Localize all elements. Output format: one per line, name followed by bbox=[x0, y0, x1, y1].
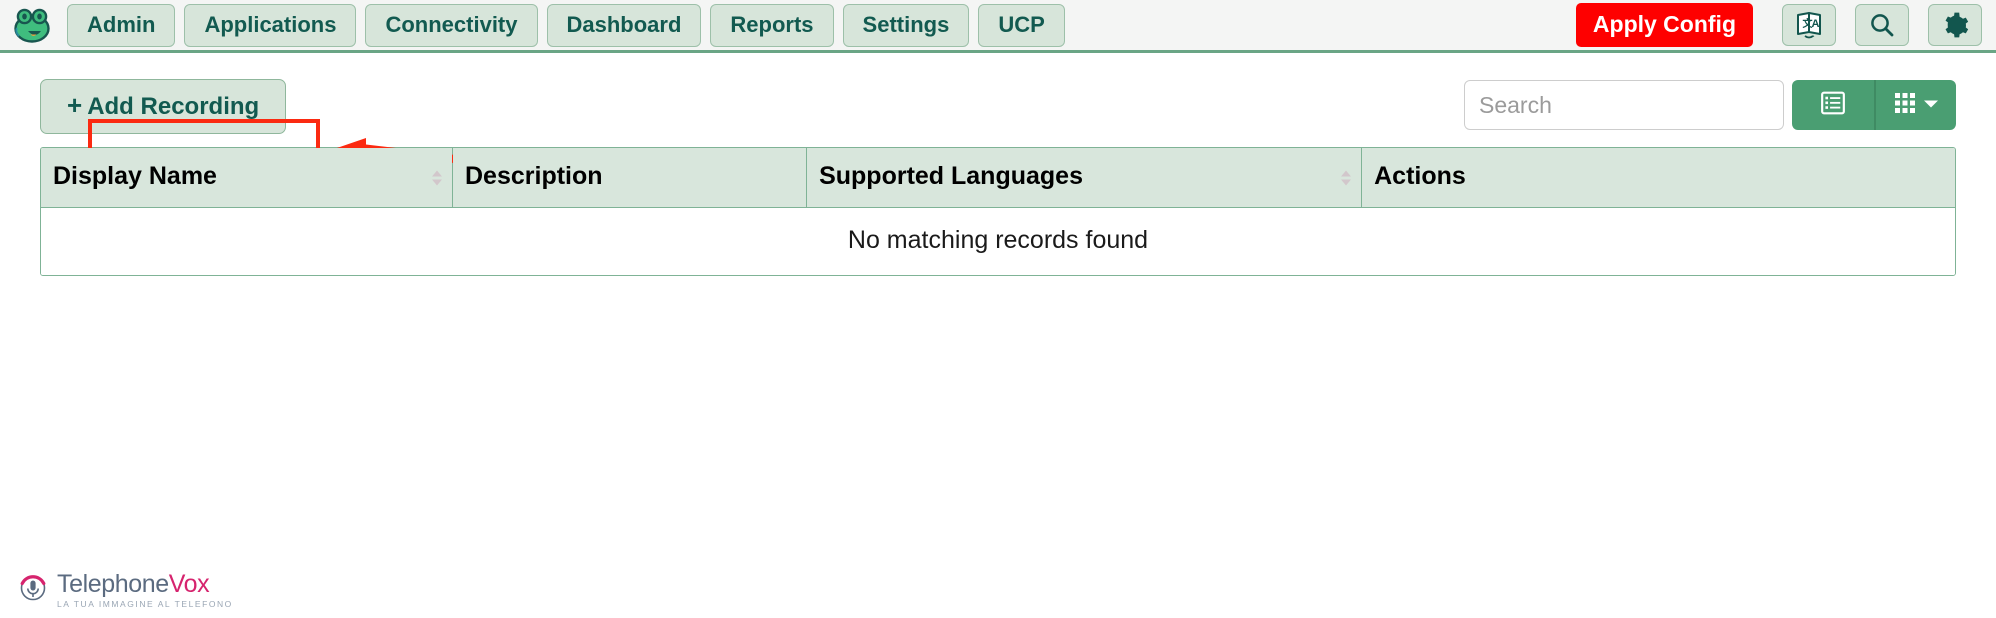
table-header-row: Display Name Description Supported Langu… bbox=[41, 148, 1955, 208]
top-navbar: Admin Applications Connectivity Dashboar… bbox=[0, 0, 1996, 53]
search-icon[interactable] bbox=[1855, 4, 1909, 46]
nav-dashboard[interactable]: Dashboard bbox=[546, 3, 702, 47]
column-description[interactable]: Description bbox=[452, 148, 808, 208]
footer-logo-text: TelephoneVox LA TUA IMMAGINE AL TELEFONO bbox=[57, 569, 233, 609]
svg-text:A: A bbox=[1812, 18, 1820, 30]
apply-config-button[interactable]: Apply Config bbox=[1575, 3, 1753, 47]
plus-icon: + bbox=[67, 90, 83, 120]
column-supported-languages[interactable]: Supported Languages bbox=[806, 148, 1363, 208]
view-toggle-group bbox=[1792, 80, 1956, 130]
column-description-label: Description bbox=[465, 162, 603, 190]
list-view-button[interactable] bbox=[1792, 80, 1874, 130]
chevron-down-icon bbox=[1923, 96, 1939, 114]
table-empty-row: No matching records found bbox=[41, 207, 1955, 275]
nav-settings[interactable]: Settings bbox=[842, 3, 970, 47]
grid-view-icon bbox=[1894, 92, 1916, 119]
brand-name: TelephoneVox bbox=[57, 569, 233, 598]
recordings-table-element: Display Name Description Supported Langu… bbox=[41, 148, 1955, 275]
table-header: Display Name Description Supported Langu… bbox=[41, 148, 1955, 208]
nav-ucp[interactable]: UCP bbox=[978, 3, 1065, 47]
recordings-table: Display Name Description Supported Langu… bbox=[40, 147, 1956, 276]
add-recording-label: Add Recording bbox=[87, 93, 260, 120]
empty-message: No matching records found bbox=[41, 207, 1955, 275]
list-view-icon bbox=[1820, 90, 1846, 121]
brand-name-part2: Vox bbox=[168, 569, 210, 598]
column-display-name-label: Display Name bbox=[53, 162, 217, 190]
nav-admin[interactable]: Admin bbox=[67, 3, 176, 47]
page-content: + Add Recording Search Display Name Desc… bbox=[0, 53, 1996, 276]
freepbx-frog-icon[interactable] bbox=[10, 3, 54, 47]
toolbar-right-group bbox=[1464, 79, 1956, 130]
search-input[interactable] bbox=[1464, 80, 1784, 130]
sort-indicator-icon bbox=[1341, 170, 1352, 185]
nav-connectivity[interactable]: Connectivity bbox=[365, 3, 538, 47]
column-actions-label: Actions bbox=[1374, 162, 1466, 190]
nav-reports[interactable]: Reports bbox=[710, 3, 834, 47]
microphone-logo-icon bbox=[18, 572, 48, 607]
page-toolbar: + Add Recording bbox=[40, 53, 1956, 173]
brand-tagline: LA TUA IMMAGINE AL TELEFONO bbox=[57, 598, 233, 609]
column-actions[interactable]: Actions bbox=[1361, 148, 1955, 208]
translate-icon[interactable]: 文 A bbox=[1782, 4, 1836, 46]
grid-view-button[interactable] bbox=[1874, 80, 1956, 130]
nav-applications[interactable]: Applications bbox=[184, 3, 357, 47]
column-supported-languages-label: Supported Languages bbox=[819, 162, 1083, 190]
gear-icon[interactable] bbox=[1928, 4, 1982, 46]
sort-indicator-icon bbox=[432, 170, 442, 185]
add-recording-button[interactable]: + Add Recording bbox=[40, 79, 287, 134]
brand-name-part1: Telephone bbox=[57, 569, 169, 598]
column-display-name[interactable]: Display Name bbox=[41, 148, 453, 208]
table-body: No matching records found bbox=[41, 207, 1955, 275]
footer-branding: TelephoneVox LA TUA IMMAGINE AL TELEFONO bbox=[18, 569, 233, 609]
